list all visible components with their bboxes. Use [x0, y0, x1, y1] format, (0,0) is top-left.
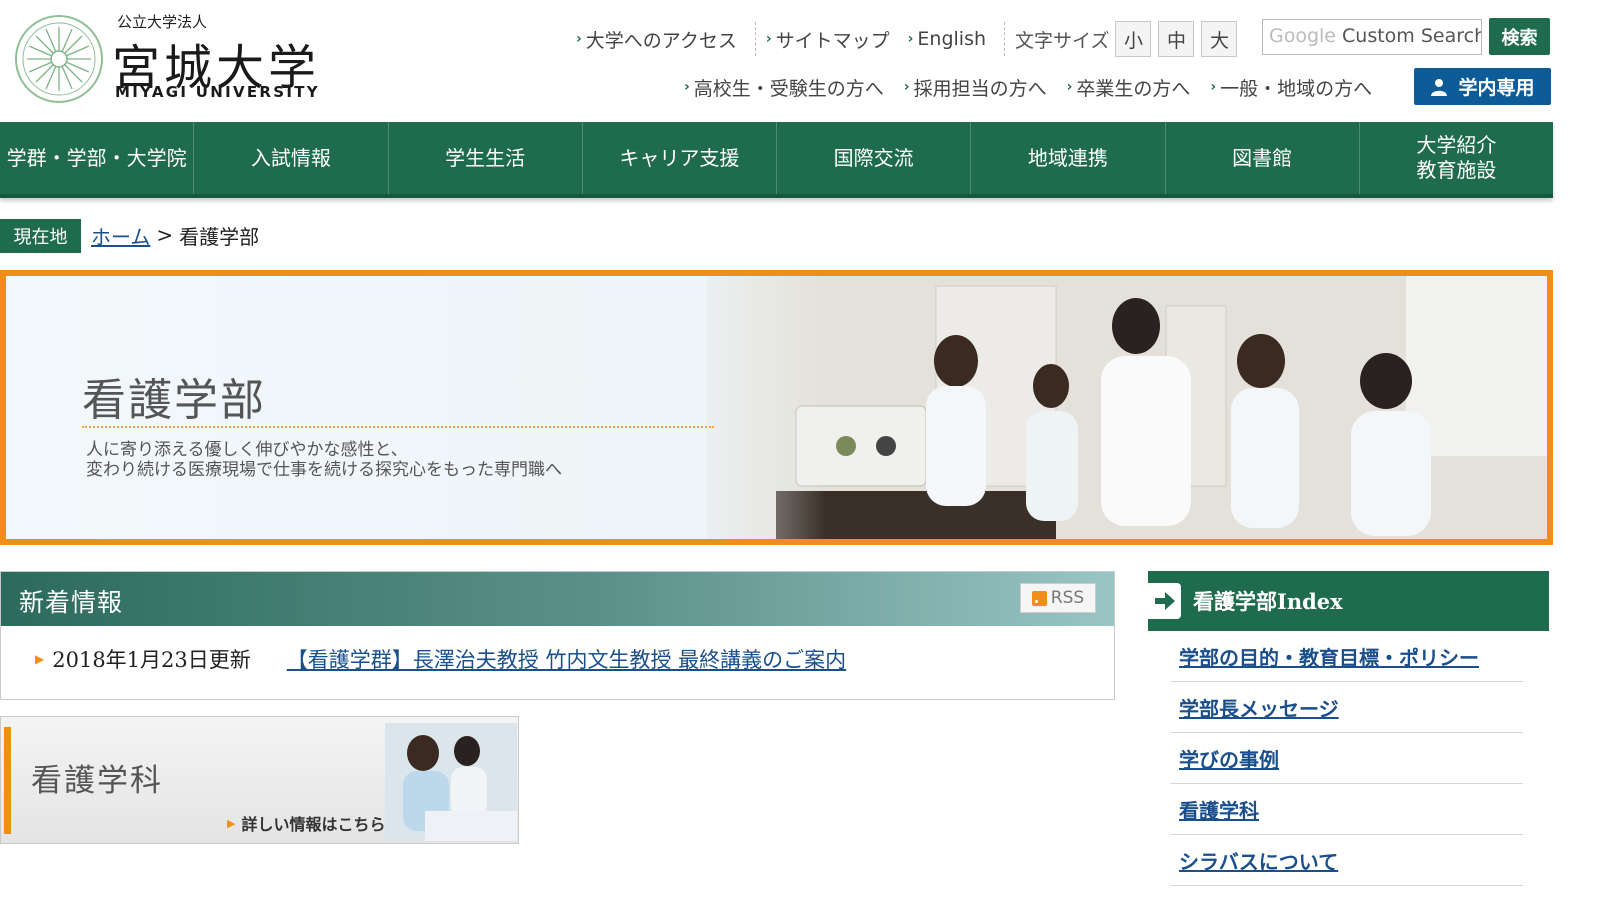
divider: [1004, 22, 1006, 56]
hero-divider: [82, 426, 714, 428]
accent-bar: [4, 727, 11, 834]
search-placeholder: Custom Search: [1342, 25, 1482, 47]
gnav-item-library[interactable]: 図書館: [1166, 122, 1360, 194]
audience-link-label: 採用担当の方へ: [913, 77, 1047, 100]
access-link[interactable]: › 大学へのアクセス: [576, 26, 737, 53]
audience-link-alumni[interactable]: › 卒業生の方へ: [1067, 74, 1191, 101]
gnav-item-student-life[interactable]: 学生生活: [389, 122, 583, 194]
breadcrumb-separator: >: [156, 223, 174, 247]
gnav-item-community[interactable]: 地域連携: [971, 122, 1166, 194]
breadcrumb-current: 看護学部: [179, 224, 260, 249]
font-size-label: 文字サイズ: [1015, 29, 1110, 52]
sidebar-item-dean-message: 学部長メッセージ: [1171, 682, 1523, 733]
audience-link-students[interactable]: › 高校生・受験生の方へ: [684, 74, 884, 101]
news-item: ▶ 2018年1月23日更新 【看護学群】長澤治夫教授 竹内文生教授 最終講義の…: [35, 644, 846, 674]
rss-icon: [1031, 590, 1047, 606]
news-panel: 新着情報 RSS ▶ 2018年1月23日更新 【看護学群】長澤治夫教授 竹内文…: [0, 571, 1115, 700]
chevron-right-icon: ›: [1210, 79, 1217, 95]
hero-title: 看護学部: [82, 375, 266, 426]
gnav-item-admissions[interactable]: 入試情報: [194, 122, 389, 194]
sidebar-item-learning-cases: 学びの事例: [1171, 733, 1523, 784]
sidebar-item-syllabus: シラバスについて: [1171, 835, 1523, 886]
sidebar-header: 看護学部Index: [1148, 571, 1549, 631]
font-size-large-button[interactable]: 大: [1201, 21, 1238, 57]
nursing-dept-card[interactable]: 看護学科 ▶ 詳しい情報はこちら: [0, 716, 519, 844]
sitemap-link[interactable]: › サイトマップ: [766, 26, 890, 53]
chevron-right-icon: ›: [684, 79, 690, 95]
breadcrumb-label: 現在地: [0, 219, 81, 253]
search-button[interactable]: 検索: [1489, 18, 1550, 55]
site-header: 公立大学法人 宮城大学 MIYAGI UNIVERSITY › 大学へのアクセス …: [0, 0, 1600, 122]
audience-link-label: 一般・地域の方へ: [1220, 77, 1373, 100]
sidebar-item-policy: 学部の目的・教育目標・ポリシー: [1171, 631, 1523, 682]
sidebar-link[interactable]: 学びの事例: [1179, 744, 1279, 773]
internal-only-button[interactable]: 学内専用: [1414, 68, 1551, 105]
google-brand: Google: [1269, 25, 1337, 47]
sidebar-link[interactable]: 看護学科: [1179, 795, 1259, 824]
audience-nav: › 高校生・受験生の方へ › 採用担当の方へ › 卒業生の方へ › 一般・地域の方へ: [684, 70, 1392, 104]
sidebar-item-nursing-dept: 看護学科: [1171, 784, 1523, 835]
dept-card-link: ▶ 詳しい情報はこちら: [227, 811, 385, 835]
person-icon: [1431, 78, 1448, 96]
nursing-dept-photo: [385, 723, 517, 841]
gnav-item-about[interactable]: 大学紹介 教育施設: [1360, 122, 1553, 194]
sitemap-link-label: サイトマップ: [775, 29, 890, 52]
chevron-right-icon: ›: [765, 31, 772, 47]
search-input[interactable]: Google Custom Search: [1262, 19, 1482, 55]
english-link-label: English: [917, 28, 987, 50]
hero-subtitle: 人に寄り添える優しく伸びやかな感性と、 変わり続ける医療現場で仕事を続ける探究心…: [86, 440, 562, 481]
global-nav: 学群・学部・大学院 入試情報 学生生活 キャリア支援 国際交流 地域連携 図書館…: [0, 122, 1553, 198]
sidebar-link[interactable]: 学部長メッセージ: [1179, 693, 1339, 722]
audience-link-employers[interactable]: › 採用担当の方へ: [904, 74, 1047, 101]
rss-label: RSS: [1050, 588, 1085, 608]
chevron-right-icon: ›: [903, 79, 910, 95]
audience-link-public[interactable]: › 一般・地域の方へ: [1210, 74, 1372, 101]
hero-banner: 看護学部 人に寄り添える優しく伸びやかな感性と、 変わり続ける医療現場で仕事を続…: [0, 270, 1553, 545]
photo-illustration: [706, 276, 1547, 539]
news-title: 新着情報: [19, 588, 124, 617]
sidebar-title: 看護学部Index: [1193, 589, 1343, 614]
breadcrumb-home-link[interactable]: ホーム: [91, 221, 150, 250]
dept-card-link-label: 詳しい情報はこちら: [241, 815, 386, 834]
chevron-right-icon: ›: [1066, 79, 1073, 95]
chevron-right-icon: ›: [576, 31, 582, 47]
triangle-right-icon: ▶: [35, 652, 45, 666]
sidebar-link[interactable]: 学部の目的・教育目標・ポリシー: [1179, 642, 1479, 671]
rss-button[interactable]: RSS: [1020, 583, 1096, 613]
chevron-right-icon: ›: [907, 31, 914, 47]
photo-illustration: [385, 723, 517, 841]
font-size-medium-button[interactable]: 中: [1158, 21, 1195, 57]
audience-link-label: 高校生・受験生の方へ: [693, 77, 884, 100]
sidebar-index: 看護学部Index 学部の目的・教育目標・ポリシー 学部長メッセージ 学びの事例…: [1148, 571, 1549, 900]
audience-link-label: 卒業生の方へ: [1076, 77, 1191, 100]
logo-english-name: MIYAGI UNIVERSITY: [115, 83, 320, 101]
english-link[interactable]: › English: [908, 28, 986, 50]
gnav-item-international[interactable]: 国際交流: [777, 122, 972, 194]
news-date: 2018年1月23日更新: [52, 648, 251, 672]
utility-nav: › 大学へのアクセス › サイトマップ › English 文字サイズ 小 中 大: [576, 20, 1244, 58]
sidebar-link[interactable]: シラバスについて: [1179, 846, 1338, 875]
breadcrumb: ホーム > 看護学部: [91, 220, 259, 250]
gnav-item-career[interactable]: キャリア支援: [583, 122, 777, 194]
internal-only-label: 学内専用: [1458, 77, 1535, 99]
divider: [754, 22, 756, 56]
dept-card-title: 看護学科: [31, 763, 163, 799]
news-header: 新着情報 RSS: [1, 572, 1114, 626]
news-link[interactable]: 【看護学群】長澤治夫教授 竹内文生教授 最終講義のご案内: [287, 644, 846, 674]
university-seal-icon: [15, 15, 103, 103]
nursing-students-photo: [706, 276, 1547, 539]
font-size-small-button[interactable]: 小: [1115, 21, 1152, 57]
access-link-label: 大学へのアクセス: [585, 29, 737, 52]
sidebar-list: 学部の目的・教育目標・ポリシー 学部長メッセージ 学びの事例 看護学科 シラバス…: [1171, 631, 1523, 886]
triangle-right-icon: ▶: [227, 816, 236, 830]
arrow-right-icon: [1148, 583, 1181, 619]
gnav-item-faculties[interactable]: 学群・学部・大学院: [0, 122, 195, 194]
